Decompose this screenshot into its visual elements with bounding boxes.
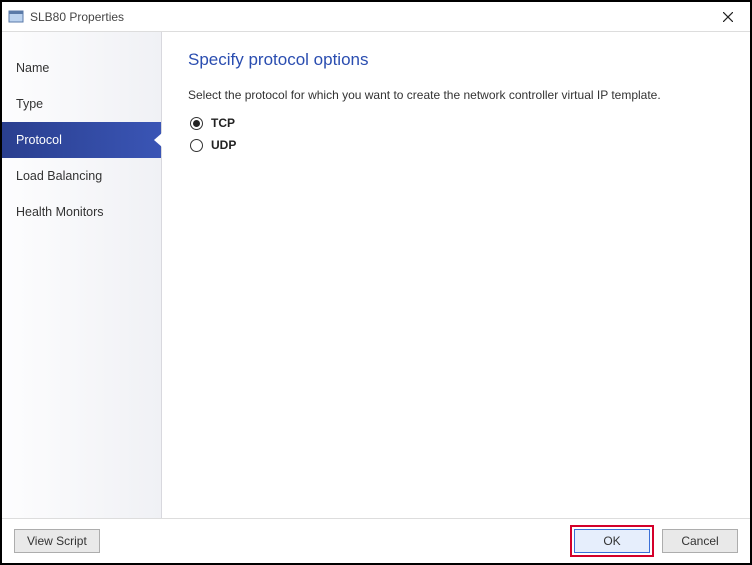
app-icon — [8, 9, 24, 25]
ok-button-highlight: OK — [570, 525, 654, 557]
sidebar-item-name[interactable]: Name — [2, 50, 161, 86]
dialog-body: Name Type Protocol Load Balancing Health… — [2, 32, 750, 519]
sidebar-item-label: Name — [16, 61, 49, 75]
page-heading: Specify protocol options — [188, 50, 724, 70]
sidebar: Name Type Protocol Load Balancing Health… — [2, 32, 162, 518]
sidebar-item-protocol[interactable]: Protocol — [2, 122, 161, 158]
radio-icon — [190, 117, 203, 130]
radio-option-tcp[interactable]: TCP — [188, 112, 724, 134]
page-description: Select the protocol for which you want t… — [188, 88, 724, 102]
radio-icon — [190, 139, 203, 152]
cancel-button[interactable]: Cancel — [662, 529, 738, 553]
titlebar: SLB80 Properties — [2, 2, 750, 32]
sidebar-item-health-monitors[interactable]: Health Monitors — [2, 194, 161, 230]
dialog-window: SLB80 Properties Name Type Protocol Load… — [0, 0, 752, 565]
sidebar-item-label: Type — [16, 97, 43, 111]
close-icon — [723, 12, 733, 22]
footer: View Script OK Cancel — [2, 519, 750, 563]
sidebar-item-label: Health Monitors — [16, 205, 104, 219]
window-title: SLB80 Properties — [30, 10, 706, 24]
content-pane: Specify protocol options Select the prot… — [162, 32, 750, 518]
close-button[interactable] — [706, 2, 750, 31]
radio-option-udp[interactable]: UDP — [188, 134, 724, 156]
sidebar-item-label: Load Balancing — [16, 169, 102, 183]
view-script-button[interactable]: View Script — [14, 529, 100, 553]
radio-label: TCP — [211, 116, 235, 130]
sidebar-item-label: Protocol — [16, 133, 62, 147]
radio-label: UDP — [211, 138, 236, 152]
ok-button[interactable]: OK — [574, 529, 650, 553]
sidebar-item-type[interactable]: Type — [2, 86, 161, 122]
sidebar-item-load-balancing[interactable]: Load Balancing — [2, 158, 161, 194]
